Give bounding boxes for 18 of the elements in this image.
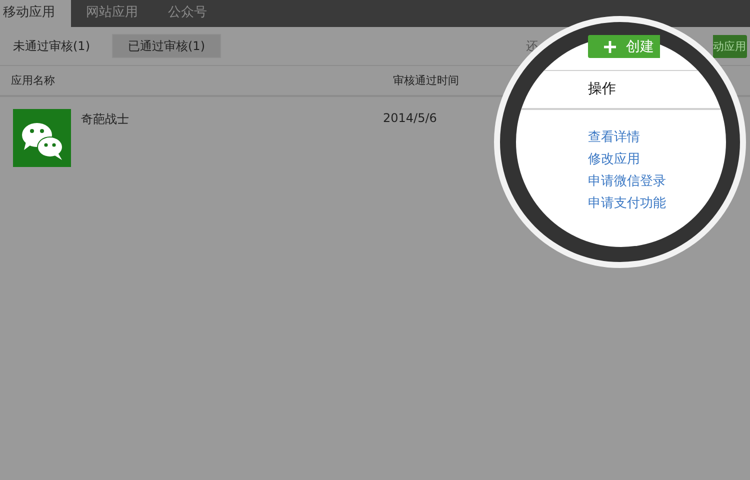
column-header: 审核通过时间 xyxy=(393,73,459,88)
table-cell-text: 奇葩战士 xyxy=(81,111,130,128)
tab[interactable]: 公众号 xyxy=(153,0,222,27)
chat-bubbles-icon xyxy=(13,109,71,167)
table-cell-text: 2014/5/6 xyxy=(383,110,437,127)
create-button[interactable]: 动应用 xyxy=(713,34,747,58)
tab[interactable]: 移动应用 xyxy=(0,0,71,27)
column-header: 操作 xyxy=(587,80,617,99)
filter-tab[interactable]: 已通过审核(1) xyxy=(112,34,221,58)
action-link[interactable]: 修改应用 xyxy=(588,149,640,171)
column-header: 应用名称 xyxy=(11,73,56,88)
action-link[interactable]: 申请支付功能 xyxy=(588,193,666,215)
create-button[interactable]: 创建 xyxy=(588,35,660,58)
plus-icon xyxy=(604,40,616,52)
tab[interactable]: 网站应用 xyxy=(71,0,153,27)
action-link[interactable]: 申请微信登录 xyxy=(588,171,666,193)
filter-tab[interactable]: 未通过审核(1) xyxy=(3,35,105,57)
action-link[interactable]: 查看详情 xyxy=(588,127,640,149)
